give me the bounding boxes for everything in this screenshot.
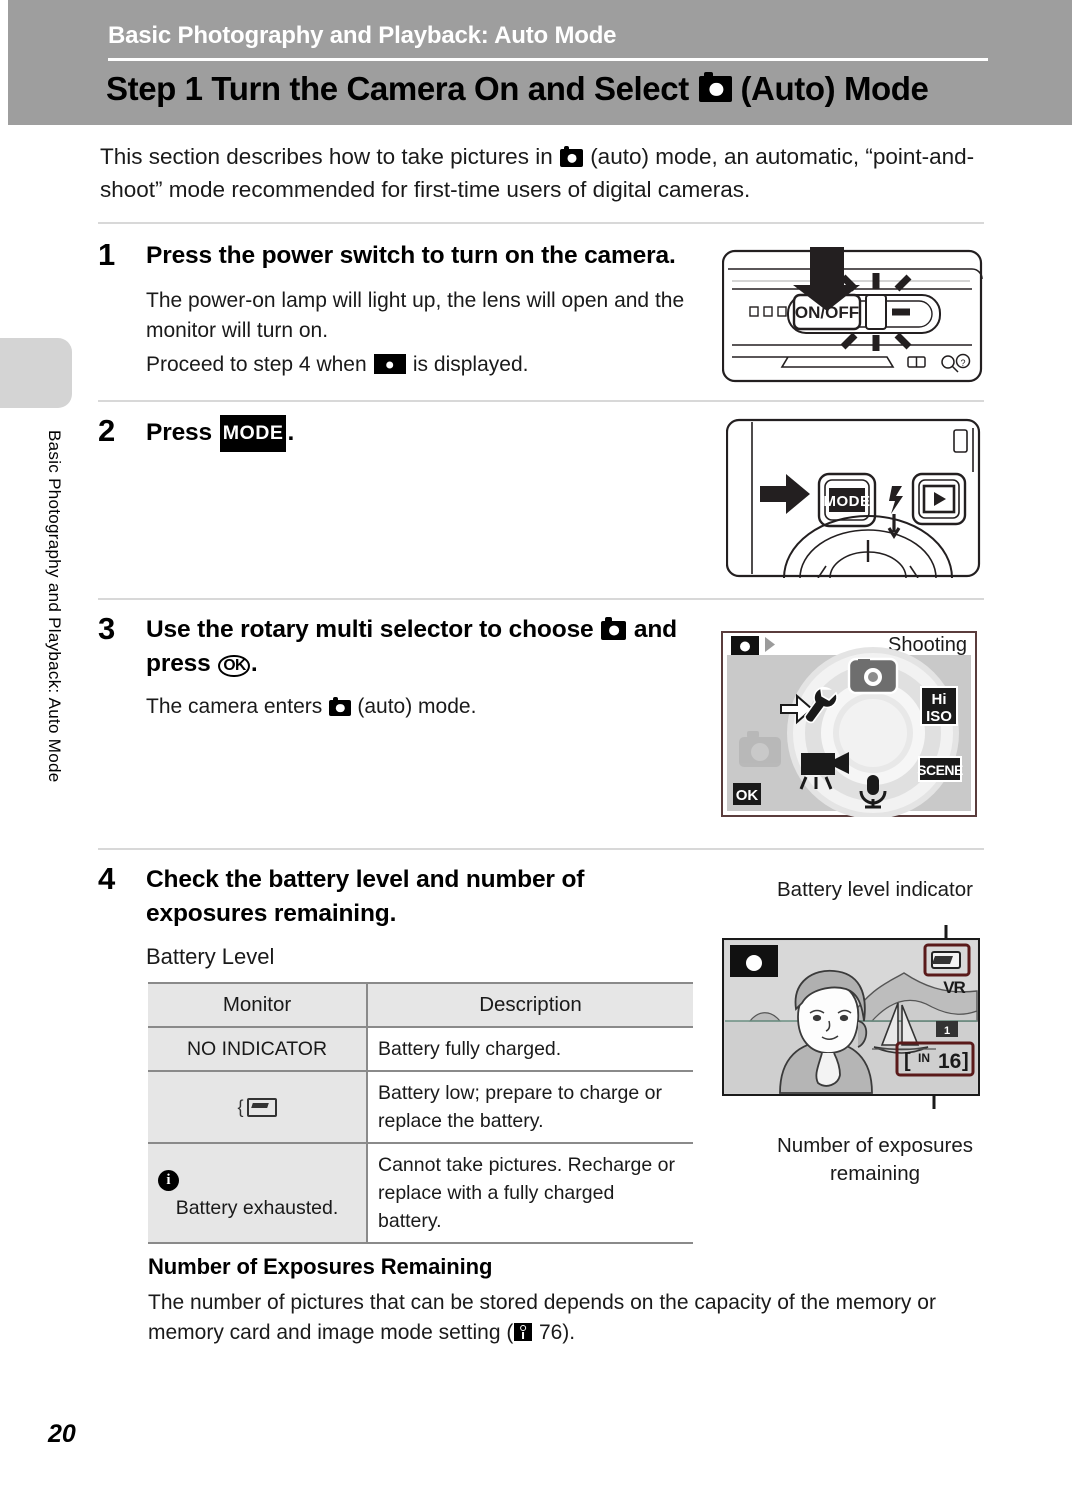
cell-description-exhausted: Cannot take pictures. Recharge or replac… — [367, 1142, 693, 1244]
step-4-number: 4 — [98, 861, 116, 896]
step-1-body-1: The power-on lamp will light up, the len… — [146, 289, 685, 342]
cell-monitor-full: NO INDICATOR — [148, 1026, 368, 1072]
illustration-shooting-menu: Shooting Hi ISO SCENE OK — [721, 631, 977, 817]
auto-camera-icon — [329, 696, 351, 716]
image-mode-icon: 1 — [936, 1021, 958, 1037]
caption-exposures-remaining: Number of exposures remaining — [777, 1134, 973, 1185]
step-4-subheading: Battery Level — [146, 944, 275, 969]
svg-text:]: ] — [962, 1050, 969, 1072]
step-1-body-2: Proceed to step 4 when is displayed. — [146, 350, 691, 380]
cell-monitor-exhausted: i Battery exhausted. — [148, 1142, 368, 1244]
svg-text:Hi: Hi — [932, 691, 947, 708]
step-3-heading-pre: Use the rotary multi selector to choose — [146, 616, 594, 643]
svg-text:ISO: ISO — [926, 708, 952, 725]
table-row: NO INDICATOR Battery fully charged. — [148, 1026, 693, 1072]
chapter-side-label: Basic Photography and Playback: Auto Mod… — [45, 430, 64, 783]
mode-button-label: MODE — [824, 493, 871, 510]
step-3-body-post: (auto) mode. — [357, 695, 477, 718]
auto-camera-icon — [601, 617, 627, 640]
menu-item-hi-iso: Hi ISO — [920, 686, 958, 726]
column-header-description: Description — [367, 982, 693, 1028]
svg-text:OK: OK — [736, 787, 759, 804]
chapter-title: Basic Photography and Playback: Auto Mod… — [108, 22, 617, 49]
menu-item-scene: SCENE — [917, 756, 964, 782]
header-divider — [108, 58, 988, 61]
step-2-heading-post: . — [287, 419, 295, 446]
page-title: Step 1 Turn the Camera On and Select (Au… — [106, 70, 929, 108]
manual-page: Basic Photography and Playback: Auto Mod… — [0, 0, 1080, 1486]
step-1-body-2-pre: Proceed to step 4 when — [146, 353, 367, 376]
battery-low-icon: { — [237, 1093, 277, 1121]
step-3-body-pre: The camera enters — [146, 695, 323, 718]
page-number: 20 — [48, 1420, 76, 1448]
intro-paragraph: This section describes how to take pictu… — [100, 140, 980, 206]
step-1-number: 1 — [98, 237, 116, 272]
cell-description-full: Battery fully charged. — [367, 1026, 693, 1072]
page-title-pre: Step 1 Turn the Camera On and Select — [106, 70, 689, 107]
intro-line1-pre: This section describes how to take pictu… — [100, 144, 553, 169]
exposures-body-post: ). — [562, 1321, 576, 1344]
step-2-number: 2 — [98, 413, 116, 448]
table-header-row: Monitor Description — [148, 982, 693, 1028]
step-4-heading: Check the battery level and number of ex… — [146, 866, 585, 927]
intro-line1-post: (auto) mode, an automatic, — [590, 144, 860, 169]
battery-level-table: Monitor Description NO INDICATOR Battery… — [148, 982, 693, 1244]
header-band: Basic Photography and Playback: Auto Mod… — [8, 0, 1072, 125]
svg-text:[: [ — [904, 1050, 911, 1072]
step-3-heading-post: . — [250, 650, 258, 677]
step-2-heading-pre: Press — [146, 419, 213, 446]
chapter-tab — [0, 338, 72, 408]
svg-text:16: 16 — [938, 1050, 961, 1073]
svg-text:IN: IN — [918, 1051, 930, 1065]
exposures-body-ref: 76 — [538, 1321, 563, 1344]
table-row: i Battery exhausted. Cannot take picture… — [148, 1142, 693, 1244]
mode-button-icon: MODE — [219, 415, 287, 452]
exposures-section-heading: Number of Exposures Remaining — [148, 1254, 493, 1279]
step-3-number: 3 — [98, 611, 116, 646]
step-3-heading: Use the rotary multi selector to choose … — [146, 613, 691, 681]
reference-manual-icon — [514, 1323, 533, 1341]
section-divider — [98, 222, 984, 224]
table-row: { Battery low; prepare to charge or repl… — [148, 1070, 693, 1144]
exposures-section-body: The number of pictures that can be store… — [148, 1288, 984, 1348]
section-divider — [98, 400, 984, 402]
step-1-body-2-post: is displayed. — [412, 353, 529, 376]
svg-text:1: 1 — [944, 1025, 950, 1037]
cell-monitor-exhausted-label: Battery exhausted. — [175, 1197, 339, 1219]
page-title-post: (Auto) Mode — [740, 70, 929, 107]
auto-camera-icon — [559, 146, 583, 167]
cell-description-low: Battery low; prepare to charge or replac… — [367, 1070, 693, 1144]
auto-camera-icon — [698, 71, 733, 102]
vr-label: VR — [943, 978, 965, 997]
cell-monitor-low: { — [148, 1070, 368, 1144]
info-icon: i — [158, 1170, 179, 1191]
step-2-heading: Press MODE. — [146, 415, 691, 452]
caption-battery-level-indicator: Battery level indicator — [777, 878, 973, 901]
section-divider — [98, 598, 984, 600]
svg-text:SCENE: SCENE — [917, 762, 963, 778]
column-header-monitor: Monitor — [148, 982, 368, 1028]
ok-button-icon: OK — [218, 655, 250, 678]
auto-camera-indicator-icon — [373, 354, 407, 374]
step-1-heading: Press the power switch to turn on the ca… — [146, 242, 676, 269]
illustration-monitor-view: VR 1 [ IN 16 ] — [722, 925, 980, 1109]
step-3-body: The camera enters (auto) mode. — [146, 692, 691, 722]
svg-text:?: ? — [960, 358, 965, 368]
section-divider — [98, 848, 984, 850]
illustration-power-switch: ON/OFF ? — [722, 245, 984, 391]
illustration-mode-button: MODE — [726, 418, 984, 578]
